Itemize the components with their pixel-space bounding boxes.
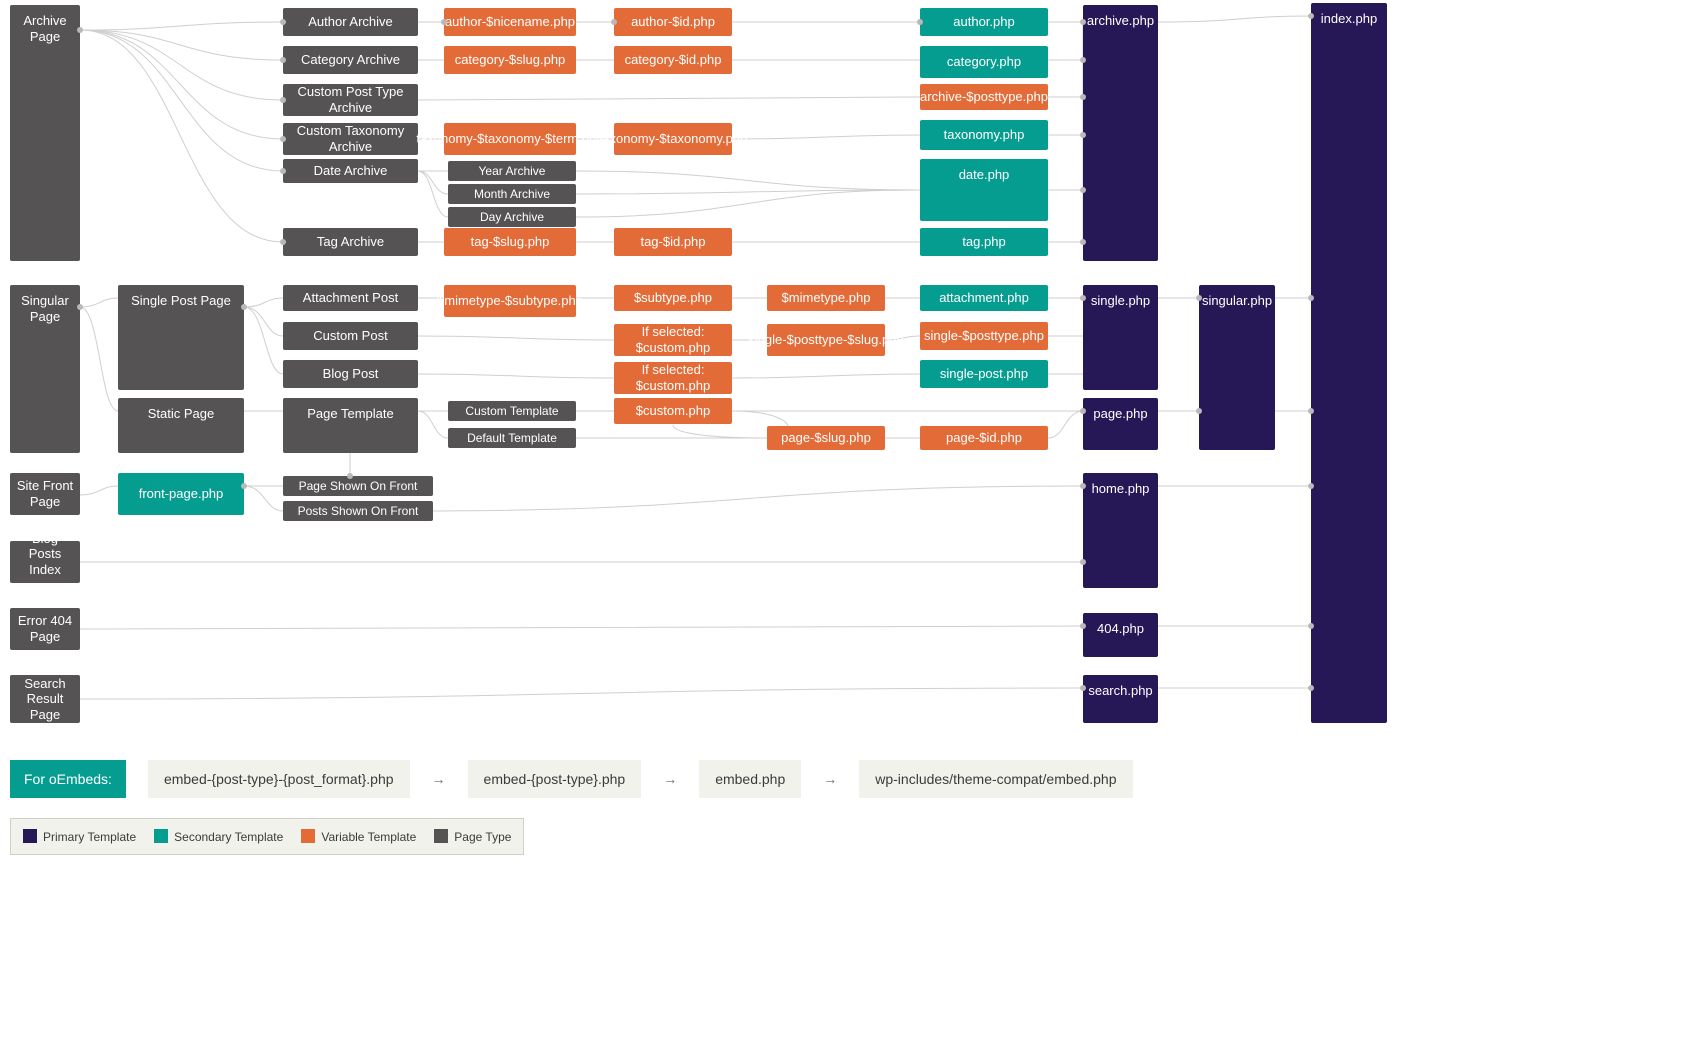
legend-variable: Variable Template bbox=[301, 829, 416, 844]
archive-php: archive.php bbox=[1083, 5, 1158, 261]
single-posttype-php: single-$posttype.php bbox=[920, 322, 1048, 350]
legend-page-type: Page Type bbox=[434, 829, 511, 844]
page-slug-php: page-$slug.php bbox=[767, 426, 885, 450]
if-selected-custom-1: If selected: $custom.php bbox=[614, 324, 732, 356]
author-archive: Author Archive bbox=[283, 8, 418, 36]
search-php: search.php bbox=[1083, 675, 1158, 723]
taxonomy-taxonomy-php: taxonomy-$taxonomy.php bbox=[614, 123, 732, 155]
front-page-php: front-page.php bbox=[118, 473, 244, 515]
author-id-php: author-$id.php bbox=[614, 8, 732, 36]
attachment-post: Attachment Post bbox=[283, 285, 418, 311]
category-slug-php: category-$slug.php bbox=[444, 46, 576, 74]
arrow-icon: → bbox=[663, 771, 677, 787]
month-archive: Month Archive bbox=[448, 184, 576, 204]
single-post-php: single-post.php bbox=[920, 360, 1048, 388]
home-php: home.php bbox=[1083, 473, 1158, 588]
blog-post: Blog Post bbox=[283, 360, 418, 388]
category-php: category.php bbox=[920, 46, 1048, 78]
date-archive: Date Archive bbox=[283, 159, 418, 183]
root-site-front-page: Site Front Page bbox=[10, 473, 80, 515]
taxonomy-term-php: taxonomy-$taxonomy-$term.php bbox=[444, 123, 576, 155]
page-php: page.php bbox=[1083, 398, 1158, 450]
author-nicename-php: author-$nicename.php bbox=[444, 8, 576, 36]
single-php: single.php bbox=[1083, 285, 1158, 390]
root-blog-posts-index: Blog Posts Index page bbox=[10, 541, 80, 583]
index-php: index.php bbox=[1311, 3, 1387, 723]
connector-lines bbox=[0, 0, 1685, 1051]
single-posttype-slug-php: single-$posttype-$slug.php bbox=[767, 324, 885, 356]
page-template: Page Template bbox=[283, 398, 418, 453]
root-search-result: Search Result Page bbox=[10, 675, 80, 723]
oembed-step-1: embed-{post-type}.php bbox=[468, 760, 642, 798]
category-id-php: category-$id.php bbox=[614, 46, 732, 74]
tag-archive: Tag Archive bbox=[283, 228, 418, 256]
custom-taxonomy-archive: Custom Taxonomy Archive bbox=[283, 123, 418, 155]
custom-post-type-archive: Custom Post Type Archive bbox=[283, 84, 418, 116]
404-php: 404.php bbox=[1083, 613, 1158, 657]
attachment-php: attachment.php bbox=[920, 285, 1048, 311]
mimetype-php: $mimetype.php bbox=[767, 285, 885, 311]
custom-template: Custom Template bbox=[448, 401, 576, 421]
legend: Primary Template Secondary Template Vari… bbox=[10, 818, 524, 855]
oembed-step-2: embed.php bbox=[699, 760, 801, 798]
page-shown-on-front: Page Shown On Front bbox=[283, 476, 433, 496]
if-selected-custom-2: If selected: $custom.php bbox=[614, 362, 732, 394]
page-id-php: page-$id.php bbox=[920, 426, 1048, 450]
legend-secondary: Secondary Template bbox=[154, 829, 283, 844]
posts-shown-on-front: Posts Shown On Front bbox=[283, 501, 433, 521]
subtype-php: $subtype.php bbox=[614, 285, 732, 311]
year-archive: Year Archive bbox=[448, 161, 576, 181]
oembed-title: For oEmbeds: bbox=[10, 760, 126, 798]
category-archive: Category Archive bbox=[283, 46, 418, 74]
root-archive-page: Archive Page bbox=[10, 5, 80, 261]
date-php: date.php bbox=[920, 159, 1048, 221]
arrow-icon: → bbox=[823, 771, 837, 787]
taxonomy-php: taxonomy.php bbox=[920, 120, 1048, 150]
tag-id-php: tag-$id.php bbox=[614, 228, 732, 256]
mimetype-subtype-php: $mimetype-$subtype.php bbox=[444, 285, 576, 317]
oembed-step-0: embed-{post-type}-{post_format}.php bbox=[148, 760, 410, 798]
tag-php: tag.php bbox=[920, 228, 1048, 256]
root-error-404: Error 404 Page bbox=[10, 608, 80, 650]
root-singular-page: Singular Page bbox=[10, 285, 80, 453]
tag-slug-php: tag-$slug.php bbox=[444, 228, 576, 256]
default-template: Default Template bbox=[448, 428, 576, 448]
static-page: Static Page bbox=[118, 398, 244, 453]
diagram-canvas: Archive Page Singular Page Site Front Pa… bbox=[0, 0, 1685, 1051]
custom-post: Custom Post bbox=[283, 322, 418, 350]
archive-posttype-php: archive-$posttype.php bbox=[920, 84, 1048, 110]
author-php: author.php bbox=[920, 8, 1048, 36]
legend-primary: Primary Template bbox=[23, 829, 136, 844]
oembed-bar: For oEmbeds: embed-{post-type}-{post_for… bbox=[10, 760, 1133, 798]
custom-php: $custom.php bbox=[614, 398, 732, 424]
oembed-step-3: wp-includes/theme-compat/embed.php bbox=[859, 760, 1132, 798]
arrow-icon: → bbox=[432, 771, 446, 787]
single-post-page: Single Post Page bbox=[118, 285, 244, 390]
singular-php: singular.php bbox=[1199, 285, 1275, 450]
day-archive: Day Archive bbox=[448, 207, 576, 227]
